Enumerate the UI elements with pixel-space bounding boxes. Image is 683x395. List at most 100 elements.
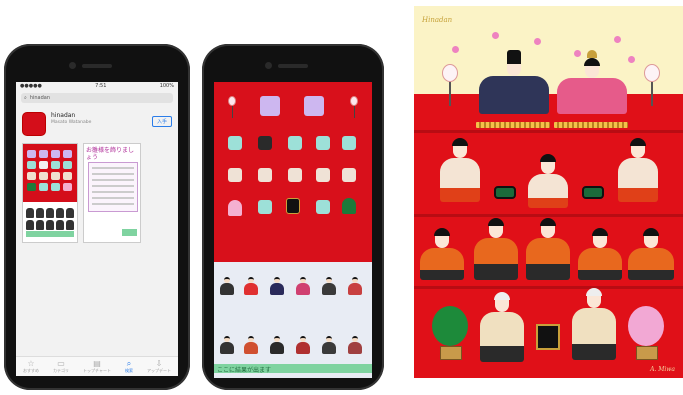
search-input[interactable]: ⌕ hinadan: [21, 93, 173, 103]
tab-top-charts[interactable]: ▤ トップチャート: [83, 358, 111, 374]
slot[interactable]: [258, 200, 272, 214]
app-screen: ここに結果が出ます: [214, 82, 372, 378]
doll-icon[interactable]: [220, 277, 234, 295]
cherry-tree-icon: [628, 306, 664, 346]
screenshot-button: [122, 229, 137, 236]
app-name[interactable]: hinadan: [51, 112, 91, 119]
musician-doll: [628, 228, 674, 280]
slot[interactable]: [342, 168, 356, 182]
blossom-icon: [628, 56, 635, 63]
download-icon: ⇩: [155, 358, 163, 368]
slot-filled[interactable]: [258, 136, 272, 150]
blossom-icon: [614, 36, 621, 43]
appstore-screen: ●●●●● 7:51 100% ⌕ hinadan hinadan Masato…: [16, 82, 178, 376]
doll-icon[interactable]: [220, 336, 234, 354]
doll-icon[interactable]: [296, 336, 310, 354]
tab-featured[interactable]: ☆ おすすめ: [23, 358, 39, 374]
app-icon[interactable]: [22, 112, 46, 136]
app-header: hinadan Masato Watanabe 入手: [16, 105, 178, 140]
tree-pot: [440, 346, 462, 360]
lacquer-chest: [536, 324, 560, 350]
court-lady-doll: [440, 138, 480, 202]
result-status-bar: ここに結果が出ます: [214, 364, 372, 374]
clock: 7:51: [95, 83, 107, 89]
speaker: [82, 64, 112, 68]
chest-icon[interactable]: [286, 198, 300, 214]
tab-updates[interactable]: ⇩ アップデート: [147, 358, 171, 374]
screenshot-text-box: [88, 162, 138, 212]
slot[interactable]: [316, 136, 330, 150]
blossom-icon: [534, 38, 541, 45]
lantern-icon: [644, 64, 660, 108]
screenshot-tile-grid: [27, 150, 72, 191]
slot[interactable]: [258, 168, 272, 182]
doll-icon[interactable]: [322, 277, 336, 295]
slot[interactable]: [316, 200, 330, 214]
slot[interactable]: [228, 136, 242, 150]
app-author[interactable]: Masato Watanabe: [51, 120, 91, 125]
tatami-stand: [554, 122, 628, 128]
tier-divider: [414, 214, 683, 217]
minister-doll: [572, 288, 616, 360]
star-icon: ☆: [27, 358, 35, 368]
slot[interactable]: [342, 136, 356, 150]
battery: 100%: [159, 83, 174, 89]
orange-tree-icon: [432, 306, 468, 346]
musician-doll: [420, 228, 464, 280]
doll-icon[interactable]: [348, 336, 362, 354]
musician-doll: [578, 228, 622, 280]
slot-emperor[interactable]: [260, 96, 280, 116]
screenshot-carousel[interactable]: お雛様を飾りましょう: [16, 140, 178, 246]
doll-icon[interactable]: [296, 277, 310, 295]
slot-empress[interactable]: [304, 96, 324, 116]
tab-categories[interactable]: ▭ カテゴリ: [53, 358, 69, 374]
doll-icon[interactable]: [270, 336, 284, 354]
blossom-icon: [452, 46, 459, 53]
orange-tree-icon[interactable]: [342, 198, 356, 214]
slot[interactable]: [228, 168, 242, 182]
camera-lens: [265, 62, 272, 69]
tab-search[interactable]: ⌕ 検索: [125, 358, 133, 374]
carrier: ●●●●●: [20, 83, 42, 89]
doll-icon[interactable]: [322, 336, 336, 354]
lantern-icon: [442, 64, 458, 108]
speaker: [278, 64, 308, 68]
musician-doll: [526, 218, 570, 280]
search-icon: ⌕: [126, 358, 132, 368]
emperor-doll: [478, 50, 550, 114]
tatami-stand: [476, 122, 550, 128]
slot[interactable]: [316, 168, 330, 182]
doll-icon[interactable]: [244, 336, 258, 354]
hinadan-poster: Hinadan A. Miwa: [414, 6, 683, 378]
camera-lens: [69, 62, 76, 69]
phone-app: ここに結果が出ます: [202, 44, 384, 390]
doll-icon[interactable]: [348, 277, 362, 295]
screenshot-1[interactable]: [22, 143, 78, 243]
doll-stage-area: [214, 82, 372, 262]
empress-doll: [556, 50, 628, 114]
doll-icon[interactable]: [270, 277, 284, 295]
poster-signature: A. Miwa: [650, 366, 675, 373]
lantern-icon: [228, 96, 236, 118]
doll-icon[interactable]: [244, 277, 258, 295]
tier-divider: [414, 286, 683, 289]
screenshot-2[interactable]: お雛様を飾りましょう: [83, 143, 141, 243]
offering-stand: [494, 186, 516, 199]
tab-bar: ☆ おすすめ ▭ カテゴリ ▤ トップチャート ⌕ 検索 ⇩ アップデート: [16, 356, 178, 376]
lantern-icon: [350, 96, 358, 118]
list-icon: ▤: [93, 358, 101, 368]
tree-pot: [636, 346, 658, 360]
cherry-tree-icon[interactable]: [228, 200, 242, 216]
screenshot-dolls: [26, 208, 74, 230]
poster-signature: Hinadan: [422, 16, 453, 24]
musician-doll: [474, 218, 518, 280]
phone-appstore: ●●●●● 7:51 100% ⌕ hinadan hinadan Masato…: [4, 44, 190, 390]
blossom-icon: [492, 32, 499, 39]
get-button[interactable]: 入手: [151, 116, 172, 127]
offering-stand: [582, 186, 604, 199]
categories-icon: ▭: [57, 358, 65, 368]
minister-doll: [480, 292, 524, 362]
app-meta: hinadan Masato Watanabe: [51, 112, 91, 136]
slot[interactable]: [288, 136, 302, 150]
slot[interactable]: [288, 168, 302, 182]
